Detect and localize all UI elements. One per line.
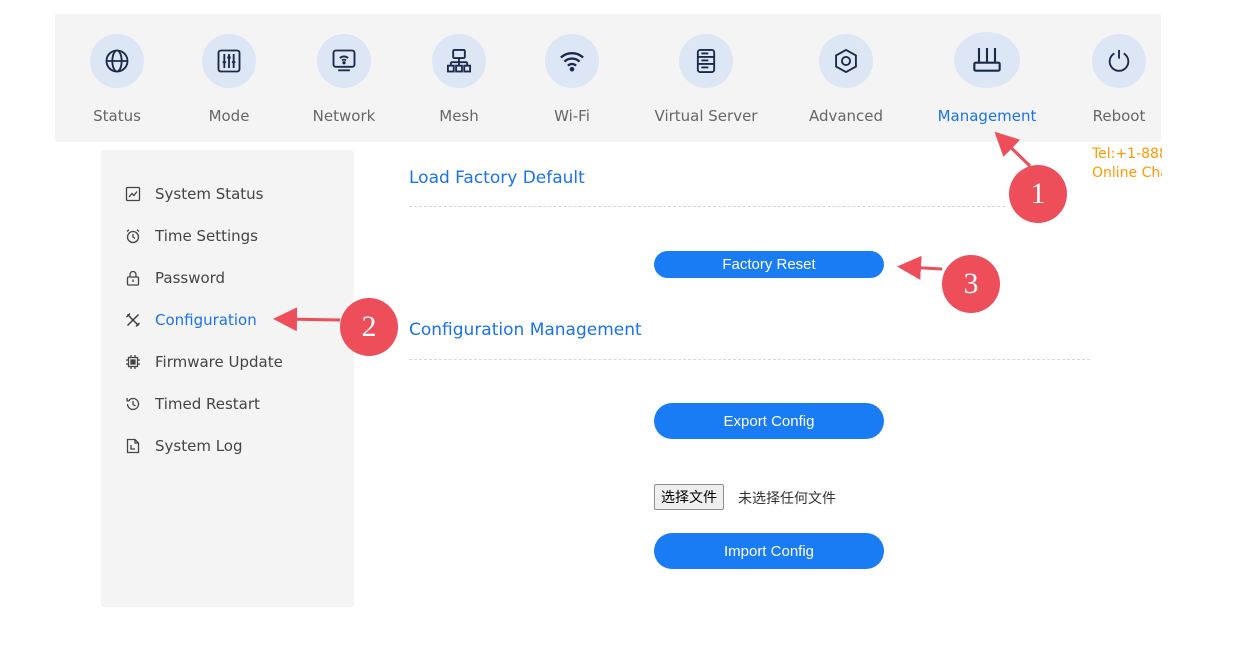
annotation-badge-2: 2	[340, 298, 398, 356]
annotation-badge-1: 1	[1009, 165, 1067, 223]
arrow-to-factory-reset	[897, 255, 943, 280]
arrow-to-management	[994, 131, 1032, 168]
annotation-arrows	[273, 131, 1032, 332]
arrow-to-configuration	[273, 307, 341, 332]
annotation-badge-3: 3	[942, 255, 1000, 313]
